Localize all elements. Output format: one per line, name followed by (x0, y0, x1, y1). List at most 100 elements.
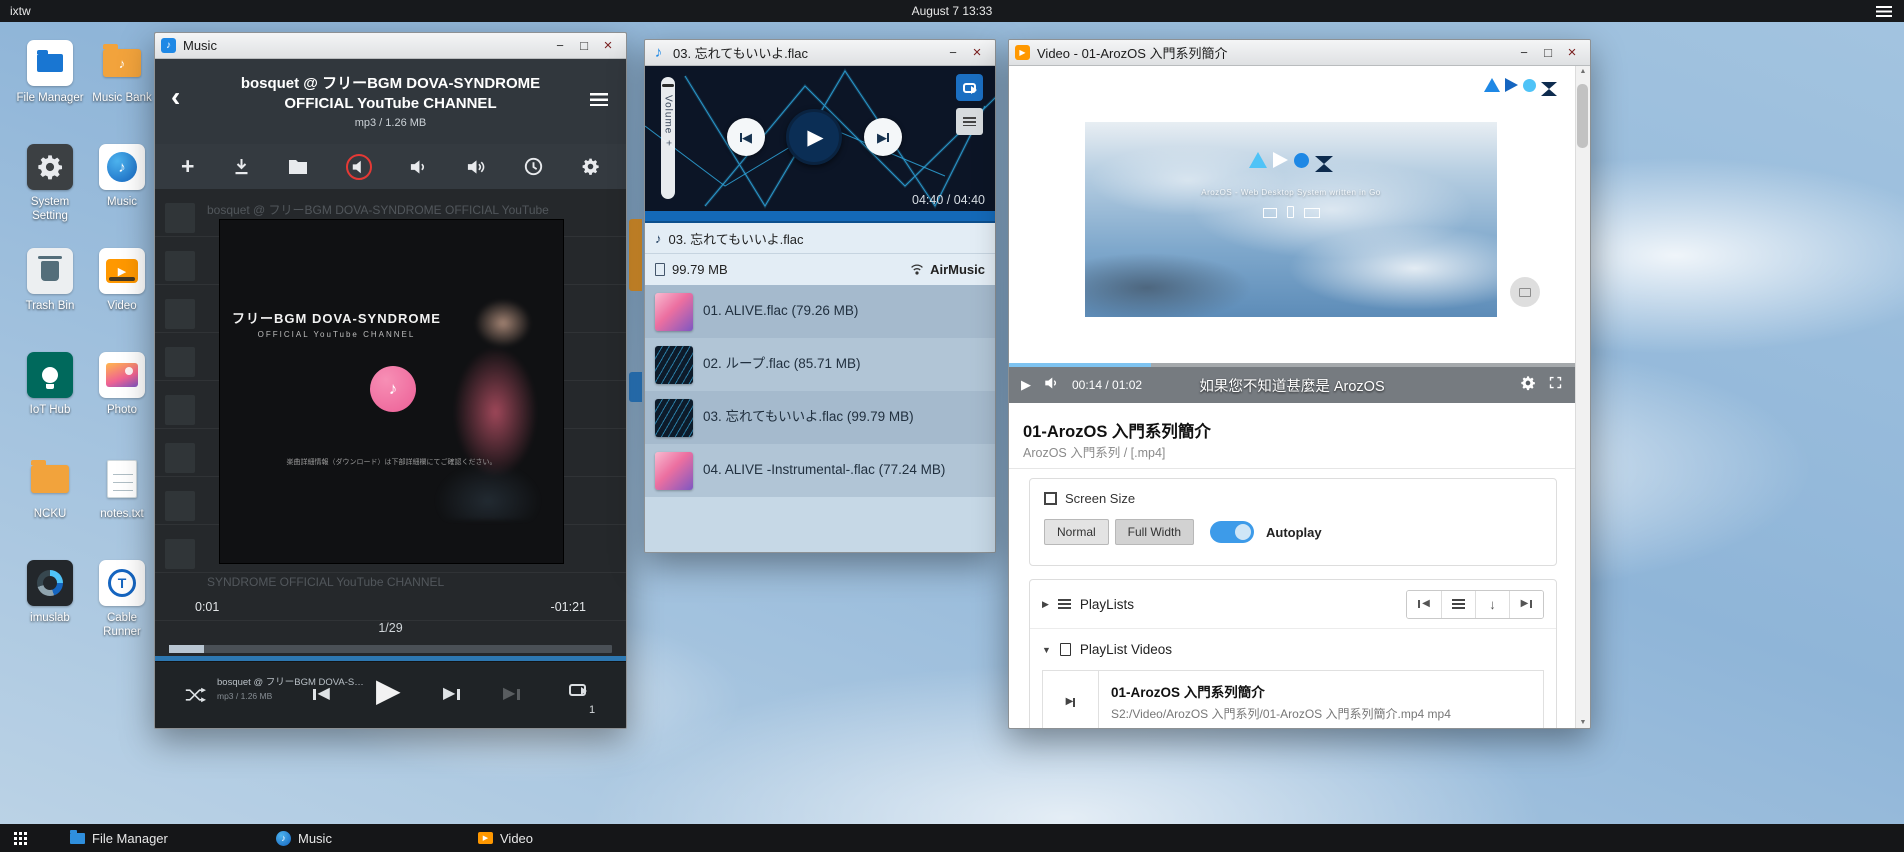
caret-down-icon[interactable]: ▼ (1042, 645, 1051, 655)
taskbar-item-video[interactable]: ▶ Video (470, 824, 541, 852)
fullscreen-icon[interactable] (1548, 375, 1563, 395)
menu-icon[interactable] (590, 93, 608, 106)
scrollbar-thumb[interactable] (1577, 84, 1588, 148)
taskbar-item-file-manager[interactable]: File Manager (62, 824, 176, 852)
airmusic-window-title: 03. 忘れてもいいよ.flac (673, 43, 808, 62)
settings-gear-icon[interactable] (1520, 375, 1536, 396)
music-window-titlebar[interactable]: ♪ Music − □ × (155, 33, 626, 59)
taskbar-item-music[interactable]: ♪ Music (268, 824, 340, 852)
play-button[interactable]: ▶ (786, 109, 842, 165)
previous-track-button[interactable]: ◀ (313, 686, 330, 702)
pip-button[interactable] (1510, 277, 1540, 307)
playlist-video-item[interactable]: ▶ 01-ArozOS 入門系列簡介 S2:/Video/ArozOS 入門系列… (1042, 670, 1544, 729)
lightbulb-icon (27, 352, 73, 398)
minimize-button[interactable]: − (548, 36, 572, 56)
repeat-button[interactable] (956, 74, 983, 101)
side-tab-blue[interactable] (629, 372, 642, 402)
download-icon[interactable] (232, 158, 251, 176)
track-thumb-placeholder (165, 395, 195, 425)
video-app-icon: ▶ (99, 248, 145, 294)
mute-icon[interactable] (346, 154, 372, 180)
desktop-icon-trash-bin[interactable]: Trash Bin (14, 248, 86, 352)
maximize-button[interactable]: □ (1536, 43, 1560, 63)
desktop-icon-notes-txt[interactable]: notes.txt (86, 456, 158, 560)
desktop-icon-label: notes.txt (100, 507, 143, 521)
video-titlebar[interactable]: ▶ Video - 01-ArozOS 入門系列簡介 − □ × (1009, 40, 1590, 66)
desktop-icon-system-setting[interactable]: System Setting (14, 144, 86, 248)
maximize-button[interactable]: □ (572, 36, 596, 56)
seek-bar-fill (169, 645, 204, 653)
minimize-button[interactable]: − (1512, 43, 1536, 63)
caret-right-icon[interactable]: ▶ (1042, 599, 1049, 610)
desktop-icon-music[interactable]: ♪ Music (86, 144, 158, 248)
playlists-row[interactable]: ▶ PlayLists ◀ ↓ ▶ (1030, 580, 1556, 628)
topbar-menu-icon[interactable] (1876, 6, 1892, 17)
desktop-icon-grid: File Manager ♪ Music Bank System Setting… (14, 40, 158, 664)
playlists-label: PlayLists (1080, 597, 1134, 612)
clock-icon[interactable] (524, 157, 543, 176)
video-titlebar-icon: ▶ (1015, 45, 1030, 60)
music-track-list[interactable]: bosquet @ フリーBGM DOVA-SYNDROME OFFICIAL … (155, 189, 626, 661)
video-screen[interactable]: ArozOS - Web Desktop System written in G… (1085, 122, 1497, 317)
desktop-icon-ncku[interactable]: NCKU (14, 456, 86, 560)
desktop-icon-cable-runner[interactable]: T Cable Runner (86, 560, 158, 664)
next-track-button[interactable]: ▶ (443, 686, 460, 702)
volume-low-icon[interactable] (409, 158, 428, 176)
scroll-down-arrow[interactable]: ▼ (1580, 719, 1587, 726)
taskbar-item-label: Music (298, 831, 332, 846)
app-launcher-icon[interactable] (14, 832, 17, 835)
close-button[interactable]: × (965, 43, 989, 63)
background-track-row: bosquet @ フリーBGM DOVA-SYNDROME OFFICIAL … (207, 201, 549, 218)
playlist-item[interactable]: 04. ALIVE -Instrumental-.flac (77.24 MB) (645, 444, 995, 497)
volume-icon[interactable] (1043, 376, 1060, 395)
playlist-item[interactable]: 03. 忘れてもいいよ.flac (99.79 MB) (645, 391, 995, 444)
autoplay-toggle[interactable] (1210, 521, 1254, 543)
volume-slider[interactable]: Volume+ (661, 77, 675, 199)
seek-bar[interactable] (645, 211, 995, 223)
airmusic-titlebar[interactable]: ♪ 03. 忘れてもいいよ.flac − × (645, 40, 995, 66)
settings-gear-icon[interactable] (581, 157, 600, 176)
full-width-button[interactable]: Full Width (1115, 519, 1194, 545)
desktop-icon-music-bank[interactable]: ♪ Music Bank (86, 40, 158, 144)
add-button[interactable]: + (181, 155, 194, 178)
playlist-videos-row[interactable]: ▼ PlayList Videos (1030, 628, 1556, 670)
queue-list-button[interactable] (1441, 591, 1475, 618)
playlist-item[interactable]: 02. ループ.flac (85.71 MB) (645, 338, 995, 391)
volume-knob[interactable] (662, 84, 674, 87)
trash-icon (27, 248, 73, 294)
desktop-icon-video[interactable]: ▶ Video (86, 248, 158, 352)
shuffle-icon[interactable] (185, 687, 206, 703)
skip-forward-button[interactable]: ▶ (1509, 591, 1543, 618)
desktop-icon-iot-hub[interactable]: IoT Hub (14, 352, 86, 456)
play-button[interactable]: ▶ (1021, 377, 1031, 393)
previous-track-button[interactable]: ◀ (727, 118, 765, 156)
minimize-button[interactable]: − (941, 43, 965, 63)
playlist-menu-button[interactable] (956, 108, 983, 135)
repeat-one-icon[interactable] (569, 684, 586, 696)
desktop-icon-photo[interactable]: Photo (86, 352, 158, 456)
download-button[interactable]: ↓ (1475, 591, 1509, 618)
seek-bar[interactable] (169, 645, 612, 653)
close-button[interactable]: × (596, 36, 620, 56)
logged-in-user: ixtw (10, 4, 31, 18)
desktop-icon-label: Music (107, 195, 137, 209)
desktop-icon-file-manager[interactable]: File Manager (14, 40, 86, 144)
back-button[interactable]: ‹ (171, 83, 180, 111)
next-track-button[interactable]: ▶ (864, 118, 902, 156)
window-scrollbar[interactable]: ▲ ▼ (1575, 66, 1590, 728)
close-button[interactable]: × (1560, 43, 1584, 63)
taskbar-item-label: File Manager (92, 831, 168, 846)
folder-open-icon[interactable] (288, 158, 308, 175)
play-button[interactable]: ▶ (376, 674, 401, 706)
scroll-up-arrow[interactable]: ▲ (1580, 68, 1587, 75)
side-tab-orange[interactable] (629, 219, 642, 291)
playlist-item[interactable]: 01. ALIVE.flac (79.26 MB) (645, 285, 995, 338)
volume-high-icon[interactable] (466, 158, 487, 176)
playlist-video-path: S2:/Video/ArozOS 入門系列/01-ArozOS 入門系列簡介.m… (1111, 706, 1531, 723)
top-bar: ixtw August 7 13:33 (0, 0, 1904, 22)
skip-back-button[interactable]: ◀ (1407, 591, 1441, 618)
video-subtitle-path: ArozOS 入門系列 / [.mp4] (1023, 442, 1165, 461)
inactive-play-icon[interactable]: ▶ (503, 686, 520, 702)
desktop-icon-imuslab[interactable]: imuslab (14, 560, 86, 664)
normal-size-button[interactable]: Normal (1044, 519, 1109, 545)
